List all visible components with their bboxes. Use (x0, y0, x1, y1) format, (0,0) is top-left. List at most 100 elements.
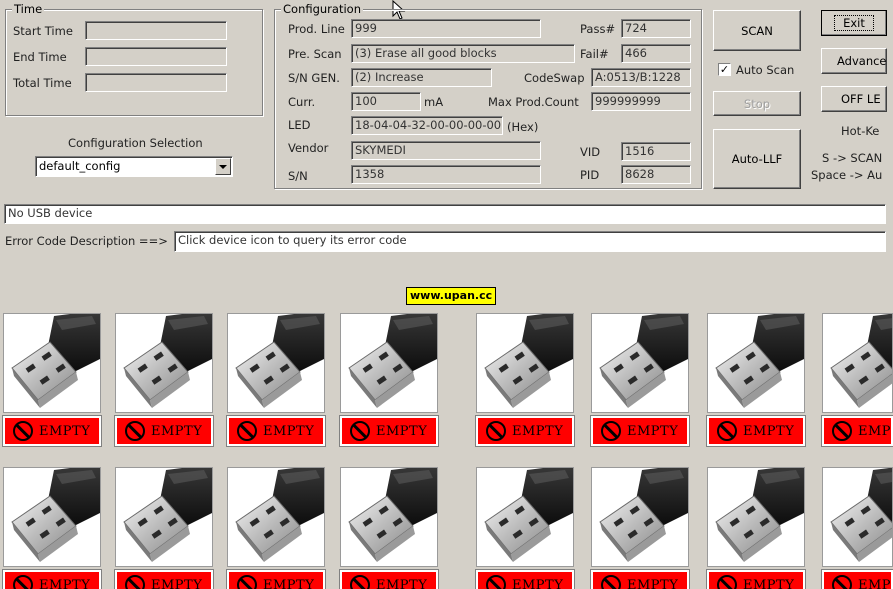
exit-button[interactable]: Exit (821, 10, 887, 36)
scan-button-label: SCAN (741, 23, 773, 38)
curr-unit: mA (424, 95, 444, 109)
usb-device-slot[interactable]: EMPTY (475, 313, 575, 455)
configuration-group-title: Configuration (281, 2, 363, 16)
pid-field: 8628 (621, 165, 691, 184)
device-status-badge[interactable]: EMPTY (226, 415, 326, 447)
auto-scan-checkbox[interactable]: ✓ (718, 63, 731, 76)
usb-drive-icon[interactable] (115, 467, 213, 567)
usb-drive-icon[interactable] (591, 467, 689, 567)
usb-drive-icon[interactable] (476, 313, 574, 413)
usb-device-slot[interactable]: EMPTY (226, 313, 326, 455)
device-status-badge[interactable]: EMPTY (475, 569, 575, 589)
prohibited-icon (13, 421, 33, 441)
usb-drive-icon[interactable] (3, 313, 101, 413)
device-status-badge[interactable]: EMPTY (706, 569, 806, 589)
device-status-badge[interactable]: EMPTY (2, 569, 102, 589)
usb-device-slot[interactable]: EMPTY (590, 313, 690, 455)
usb-device-slot[interactable]: EMPTY (339, 467, 439, 589)
codeswap-label: CodeSwap (524, 71, 585, 85)
led-field: 18-04-04-32-00-00-00-00 (351, 116, 503, 135)
total-time-field (85, 73, 227, 92)
end-time-label: End Time (13, 50, 67, 64)
error-code-field: Click device icon to query its error cod… (174, 231, 886, 252)
hotkey-auto: Space -> Au (811, 168, 883, 182)
start-time-label: Start Time (13, 24, 73, 38)
max-prod-count-field: 999999999 (591, 92, 691, 111)
stop-button[interactable]: Stop (713, 91, 801, 116)
usb-drive-icon[interactable] (591, 313, 689, 413)
auto-scan-label[interactable]: Auto Scan (736, 63, 794, 77)
device-status-badge[interactable]: EMPTY (821, 415, 893, 447)
prohibited-icon (717, 421, 737, 441)
usb-device-slot[interactable]: EMPTY (114, 313, 214, 455)
total-time-label: Total Time (13, 76, 72, 90)
device-status-label: EMPTY (743, 423, 795, 439)
off-le-button[interactable]: OFF LE (821, 86, 887, 112)
pre-scan-label: Pre. Scan (288, 47, 342, 61)
usb-drive-icon[interactable] (476, 467, 574, 567)
config-selection-dropdown[interactable]: default_config (35, 156, 233, 177)
usb-drive-icon[interactable] (822, 313, 893, 413)
device-status-badge[interactable]: EMPTY (590, 569, 690, 589)
device-status-badge[interactable]: EMPTY (339, 415, 439, 447)
usb-drive-icon[interactable] (707, 313, 805, 413)
usb-device-slot[interactable]: EMPTY (475, 467, 575, 589)
prohibited-icon (237, 575, 257, 589)
device-status-badge[interactable]: EMPTY (114, 569, 214, 589)
usb-device-slot[interactable]: EMPTY (706, 313, 806, 455)
usb-device-slot[interactable]: EMPTY (821, 467, 893, 589)
prohibited-icon (601, 575, 621, 589)
off-le-button-label: OFF LE (841, 92, 881, 106)
usb-device-slot[interactable]: EMPTY (590, 467, 690, 589)
device-status-badge[interactable]: EMPTY (226, 569, 326, 589)
prohibited-icon (125, 575, 145, 589)
exit-button-label: Exit (834, 15, 874, 31)
stop-button-label: Stop (743, 96, 771, 111)
usb-device-slot[interactable]: EMPTY (339, 313, 439, 455)
usb-drive-icon[interactable] (227, 313, 325, 413)
prohibited-icon (832, 421, 852, 441)
device-status-label: EMPTY (39, 577, 91, 589)
device-status-badge[interactable]: EMPTY (114, 415, 214, 447)
fail-field: 466 (621, 44, 691, 63)
usb-drive-icon[interactable] (707, 467, 805, 567)
device-status-label: EMPTY (39, 423, 91, 439)
device-status-badge[interactable]: EMPTY (475, 415, 575, 447)
usb-drive-icon[interactable] (340, 313, 438, 413)
usb-drive-icon[interactable] (340, 467, 438, 567)
chevron-down-icon[interactable] (215, 158, 231, 175)
usb-device-slot[interactable]: EMPTY (114, 467, 214, 589)
usb-device-slot[interactable]: EMPTY (706, 467, 806, 589)
usb-drive-icon[interactable] (227, 467, 325, 567)
device-status-label: EMPTY (376, 577, 428, 589)
pass-label: Pass# (580, 22, 616, 36)
usb-device-slot[interactable]: EMPTY (2, 467, 102, 589)
hotkey-scan: S -> SCAN (822, 151, 883, 165)
usb-drive-icon[interactable] (822, 467, 893, 567)
device-status-label: EMPTY (376, 423, 428, 439)
pid-label: PID (580, 168, 600, 182)
usb-device-slot[interactable]: EMPTY (2, 313, 102, 455)
prohibited-icon (125, 421, 145, 441)
device-status-badge[interactable]: EMPTY (590, 415, 690, 447)
usb-drive-icon[interactable] (115, 313, 213, 413)
prohibited-icon (350, 575, 370, 589)
vid-label: VID (580, 145, 601, 159)
curr-field: 100 (351, 92, 421, 111)
device-status-label: EMPTY (743, 577, 795, 589)
device-status-badge[interactable]: EMPTY (2, 415, 102, 447)
device-status-badge[interactable]: EMPTY (339, 569, 439, 589)
scan-button[interactable]: SCAN (713, 10, 801, 51)
device-status-badge[interactable]: EMPTY (821, 569, 893, 589)
advance-button[interactable]: Advance (821, 48, 887, 74)
auto-llf-button-label: Auto-LLF (731, 152, 783, 166)
prohibited-icon (237, 421, 257, 441)
usb-device-slot[interactable]: EMPTY (821, 313, 893, 455)
auto-llf-button[interactable]: Auto-LLF (713, 129, 801, 189)
usb-device-slot[interactable]: EMPTY (226, 467, 326, 589)
device-status-badge[interactable]: EMPTY (706, 415, 806, 447)
time-group-title: Time (12, 2, 45, 16)
device-status-label: EMPTY (151, 577, 203, 589)
device-status-label: EMPTY (858, 423, 892, 439)
usb-drive-icon[interactable] (3, 467, 101, 567)
